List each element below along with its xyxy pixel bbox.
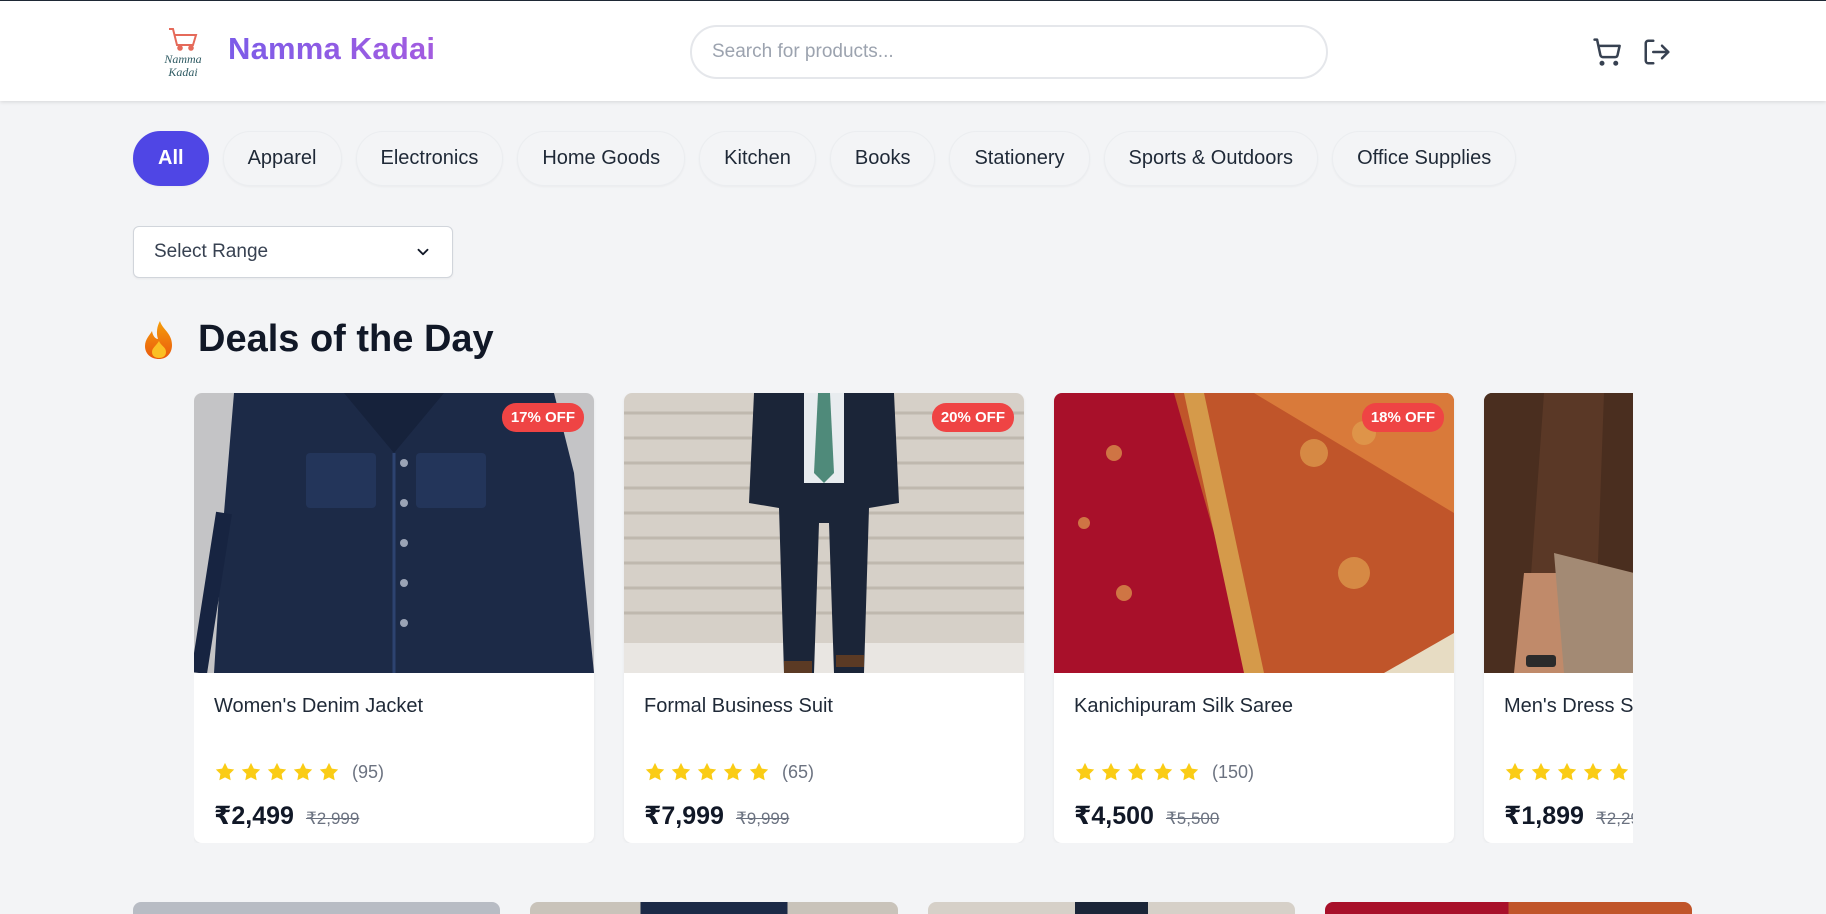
deals-carousel: 17% OFF Women's Denim Jacket (95) ₹2,499…: [194, 393, 1633, 843]
star-icon: [1583, 762, 1603, 781]
price: ₹1,899: [1504, 802, 1584, 830]
original-price: ₹5,500: [1165, 809, 1220, 828]
price-range-select[interactable]: Select Range: [133, 226, 453, 278]
star-icon: [1531, 762, 1551, 781]
product-image: 17% OFF: [194, 393, 594, 673]
deals-title: Deals of the Day: [198, 318, 494, 360]
product-card-peek[interactable]: [133, 902, 500, 914]
product-image: [1484, 393, 1633, 673]
star-icon: [215, 762, 235, 781]
original-price: ₹9,999: [735, 809, 790, 828]
search-input[interactable]: [692, 27, 1326, 77]
fire-icon: [145, 320, 172, 359]
review-count: (65): [782, 761, 815, 782]
star-icon: [1609, 762, 1629, 781]
star-icon: [293, 762, 313, 781]
range-select-label: Select Range: [154, 241, 269, 262]
star-icon: [645, 762, 665, 781]
discount-badge: 20% OFF: [931, 403, 1014, 432]
rating: (150): [1074, 761, 1434, 783]
product-card[interactable]: 18% OFF Kanichipuram Silk Saree (150) ₹4…: [1054, 393, 1454, 843]
product-card-peek[interactable]: [928, 902, 1295, 914]
discount-badge: 18% OFF: [1361, 403, 1444, 432]
category-all[interactable]: All: [133, 131, 209, 186]
star-icon: [1075, 762, 1095, 781]
product-name[interactable]: Men's Dress Se: [1504, 695, 1633, 761]
price: ₹7,999: [644, 802, 724, 830]
rating: (65): [644, 761, 1004, 783]
category-home-goods[interactable]: Home Goods: [517, 131, 686, 186]
product-card-peek[interactable]: [1325, 902, 1692, 914]
svg-text:Kadai: Kadai: [167, 65, 197, 79]
star-icon: [1505, 762, 1525, 781]
star-icon: [749, 762, 769, 781]
price: ₹2,499: [214, 802, 294, 830]
product-card-peek[interactable]: [530, 902, 898, 914]
star-icon: [241, 762, 261, 781]
star-icon: [1127, 762, 1147, 781]
chevron-down-icon: [417, 248, 429, 256]
product-image: 20% OFF: [624, 393, 1024, 673]
site-header: Namma Kadai Namma Kadai: [0, 1, 1826, 101]
category-apparel[interactable]: Apparel: [222, 131, 342, 186]
category-kitchen[interactable]: Kitchen: [699, 131, 816, 186]
product-card[interactable]: 17% OFF Women's Denim Jacket (95) ₹2,499…: [194, 393, 594, 843]
product-card[interactable]: Men's Dress Se ₹1,899 ₹2,29: [1484, 393, 1633, 843]
category-office-supplies[interactable]: Office Supplies: [1332, 131, 1517, 186]
price: ₹4,500: [1074, 802, 1154, 830]
rating: (95): [214, 761, 574, 783]
product-name[interactable]: Women's Denim Jacket: [214, 695, 574, 761]
category-electronics[interactable]: Electronics: [355, 131, 504, 186]
rating: [1504, 761, 1633, 783]
deals-heading: Deals of the Day: [140, 318, 494, 361]
category-books[interactable]: Books: [829, 131, 936, 186]
brand-name[interactable]: Namma Kadai: [228, 31, 435, 67]
star-icon: [319, 762, 339, 781]
star-icon: [671, 762, 691, 781]
category-sports-outdoors[interactable]: Sports & Outdoors: [1103, 131, 1319, 186]
logout-icon[interactable]: [1642, 37, 1672, 67]
svg-text:Namma: Namma: [163, 52, 201, 66]
cart-icon[interactable]: [1592, 37, 1622, 67]
review-count: (150): [1212, 761, 1255, 782]
original-price: ₹2,29: [1595, 809, 1633, 828]
star-icon: [1179, 762, 1199, 781]
star-icon: [1101, 762, 1121, 781]
discount-badge: 17% OFF: [501, 403, 584, 432]
star-icon: [1153, 762, 1173, 781]
product-name[interactable]: Kanichipuram Silk Saree: [1074, 695, 1434, 761]
star-icon: [267, 762, 287, 781]
original-price: ₹2,999: [305, 809, 360, 828]
category-filter-bar: All Apparel Electronics Home Goods Kitch…: [133, 131, 1517, 186]
search-bar: [690, 25, 1328, 79]
category-stationery[interactable]: Stationery: [949, 131, 1090, 186]
star-icon: [1557, 762, 1577, 781]
star-icon: [697, 762, 717, 781]
product-image: 18% OFF: [1054, 393, 1454, 673]
review-count: (95): [352, 761, 385, 782]
product-card[interactable]: 20% OFF Formal Business Suit (65) ₹7,999…: [624, 393, 1024, 843]
star-icon: [723, 762, 743, 781]
logo-icon[interactable]: Namma Kadai: [155, 23, 211, 81]
product-name[interactable]: Formal Business Suit: [644, 695, 1004, 761]
